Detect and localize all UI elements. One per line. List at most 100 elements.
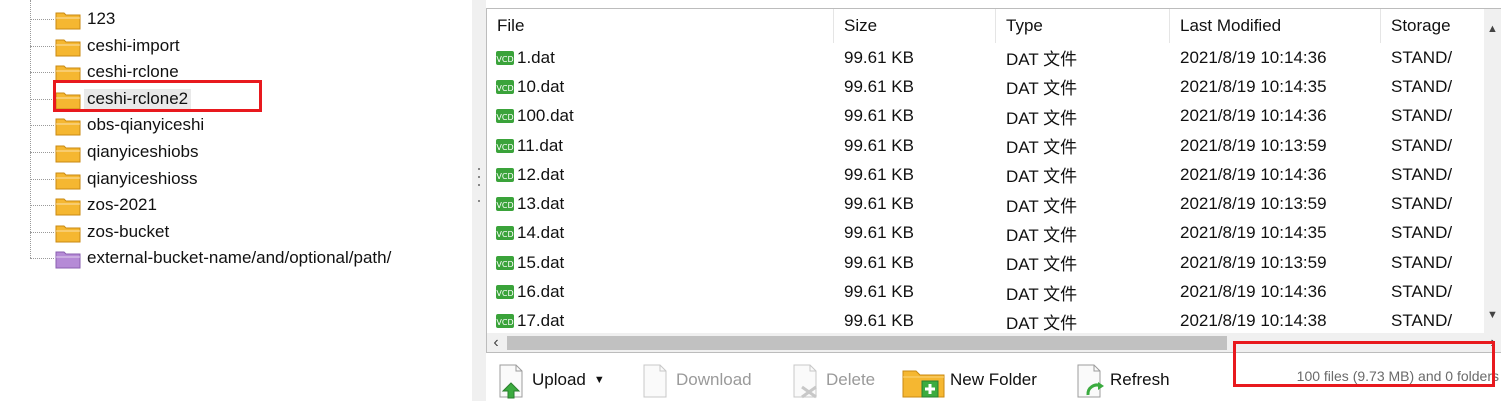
file-cell: VCD 100.dat [487, 106, 834, 126]
modified-cell: 2021/8/19 10:14:38 [1180, 311, 1327, 331]
storage-cell: STAND/ [1391, 311, 1453, 331]
scroll-left-arrow-icon[interactable]: ‹ [487, 333, 505, 352]
download-label: Download [676, 370, 752, 389]
tree-item-8[interactable]: zos-2021 [0, 193, 440, 219]
new-folder-button[interactable]: New Folder [900, 361, 1037, 399]
tree-guide-line [30, 45, 54, 47]
storage-cell: STAND/ [1391, 106, 1453, 126]
vcd-file-icon: VCD [495, 49, 515, 67]
table-row[interactable]: VCD 14.dat 99.61 KB DAT 文件 2021/8/19 10:14:3… [487, 219, 1487, 248]
file-name: 10.dat [517, 76, 565, 96]
tree-item-7[interactable]: qianyiceshioss [0, 167, 440, 193]
type-cell: DAT 文件 [1006, 225, 1078, 245]
list-header: File Size Type Last Modified Storage [487, 9, 1501, 43]
table-row[interactable]: VCD 12.dat 99.61 KB DAT 文件 2021/8/19 10:14:3… [487, 160, 1487, 189]
column-header-storage[interactable]: Storage [1381, 9, 1487, 43]
type-cell: DAT 文件 [1006, 50, 1078, 70]
storage-cell: STAND/ [1391, 76, 1453, 96]
splitter-grip-dot [478, 184, 480, 186]
svg-text:VCD: VCD [496, 201, 513, 210]
type-cell: DAT 文件 [1006, 313, 1078, 333]
svg-text:VCD: VCD [496, 318, 513, 327]
refresh-button[interactable]: Refresh [1070, 361, 1170, 399]
scroll-down-arrow-icon[interactable]: ▼ [1484, 307, 1501, 324]
horizontal-scroll-thumb[interactable] [507, 336, 1227, 350]
file-name: 11.dat [517, 135, 564, 155]
tree-guide-line [30, 152, 54, 153]
delete-icon [786, 361, 824, 399]
tree-item-1[interactable]: 123 [0, 7, 440, 33]
tree-guide-line [30, 72, 54, 74]
size-cell: 99.61 KB [844, 194, 914, 214]
folder-icon [55, 223, 81, 243]
column-header-size[interactable]: Size [834, 9, 996, 43]
tree-item-label: ceshi-import [87, 35, 180, 55]
column-header-file[interactable]: File [487, 9, 834, 43]
table-row[interactable]: VCD 13.dat 99.61 KB DAT 文件 2021/8/19 10:13:5… [487, 189, 1487, 218]
type-cell: DAT 文件 [1006, 108, 1078, 128]
chevron-down-icon[interactable]: ▼ [594, 374, 605, 386]
type-cell: DAT 文件 [1006, 79, 1078, 99]
splitter-grip-dot [478, 168, 480, 170]
table-row[interactable]: VCD 100.dat 99.61 KB DAT 文件 2021/8/19 10:14:… [487, 102, 1487, 131]
tree-item-9[interactable]: zos-bucket [0, 220, 440, 246]
column-header-type[interactable]: Type [996, 9, 1170, 43]
modified-cell: 2021/8/19 10:14:36 [1180, 47, 1327, 67]
refresh-label: Refresh [1110, 370, 1170, 389]
folder-icon [55, 37, 81, 57]
svg-text:VCD: VCD [496, 55, 513, 64]
file-cell: VCD 1.dat [487, 48, 834, 68]
tree-guide-line [30, 19, 54, 20]
table-row[interactable]: VCD 10.dat 99.61 KB DAT 文件 2021/8/19 10:14:3… [487, 72, 1487, 101]
file-cell: VCD 15.dat [487, 253, 834, 273]
svg-text:VCD: VCD [496, 172, 513, 181]
tree-item-2[interactable]: ceshi-import [0, 34, 440, 60]
tree-guide-line [30, 98, 54, 100]
vcd-file-icon: VCD [495, 137, 515, 155]
tree-item-10[interactable]: external-bucket-name/and/optional/path/ [0, 246, 440, 272]
type-cell: DAT 文件 [1006, 167, 1078, 187]
table-row[interactable]: VCD 11.dat 99.61 KB DAT 文件 2021/8/19 10:13:5… [487, 131, 1487, 160]
size-cell: 99.61 KB [844, 135, 914, 155]
list-rows: VCD 1.dat 99.61 KB DAT 文件 2021/8/19 10:14:36… [487, 43, 1487, 333]
size-cell: 99.61 KB [844, 76, 914, 96]
vcd-file-icon: VCD [495, 195, 515, 213]
svg-text:VCD: VCD [496, 289, 513, 298]
external-folder-icon [55, 249, 81, 269]
column-header-last-modified[interactable]: Last Modified [1170, 9, 1381, 43]
upload-button[interactable]: Upload ▼ [492, 361, 605, 399]
vcd-file-icon: VCD [495, 254, 515, 272]
svg-text:VCD: VCD [496, 260, 513, 269]
table-row[interactable]: VCD 15.dat 99.61 KB DAT 文件 2021/8/19 10:13:5… [487, 248, 1487, 277]
storage-cell: STAND/ [1391, 194, 1453, 214]
new-folder-icon [900, 361, 948, 399]
tree-item-6[interactable]: qianyiceshiobs [0, 140, 440, 166]
file-name: 1.dat [517, 47, 555, 67]
size-cell: 99.61 KB [844, 47, 914, 67]
file-list: File Size Type Last Modified Storage VCD… [486, 8, 1501, 353]
pane-splitter[interactable] [472, 0, 486, 401]
storage-cell: STAND/ [1391, 252, 1453, 272]
type-cell: DAT 文件 [1006, 255, 1078, 275]
tree-item-5[interactable]: obs-qianyiceshi [0, 113, 440, 139]
bucket-tree: 123 ceshi-import ceshi-rclone ceshi-rclone2… [0, 0, 472, 401]
vcd-file-icon: VCD [495, 283, 515, 301]
file-cell: VCD 13.dat [487, 194, 834, 214]
folder-icon [55, 10, 81, 30]
vertical-scrollbar[interactable]: ▲ ▼ [1484, 9, 1501, 333]
size-cell: 99.61 KB [844, 164, 914, 184]
modified-cell: 2021/8/19 10:13:59 [1180, 194, 1327, 214]
file-name: 12.dat [517, 164, 565, 184]
tree-item-label: 123 [87, 9, 116, 28]
scroll-up-arrow-icon[interactable]: ▲ [1484, 21, 1501, 38]
delete-button[interactable]: Delete [786, 361, 875, 399]
download-button[interactable]: Download [636, 361, 752, 399]
table-row[interactable]: VCD 17.dat 99.61 KB DAT 文件 2021/8/19 10:14:3… [487, 307, 1487, 333]
table-row[interactable]: VCD 1.dat 99.61 KB DAT 文件 2021/8/19 10:14:36… [487, 43, 1487, 72]
tree-guide-line [30, 258, 54, 260]
splitter-grip-dot [478, 200, 480, 202]
table-row[interactable]: VCD 16.dat 99.61 KB DAT 文件 2021/8/19 10:14:3… [487, 277, 1487, 306]
tree-item-label: zos-2021 [87, 195, 157, 215]
file-name: 14.dat [517, 223, 565, 243]
tree-guide-line [30, 231, 54, 233]
